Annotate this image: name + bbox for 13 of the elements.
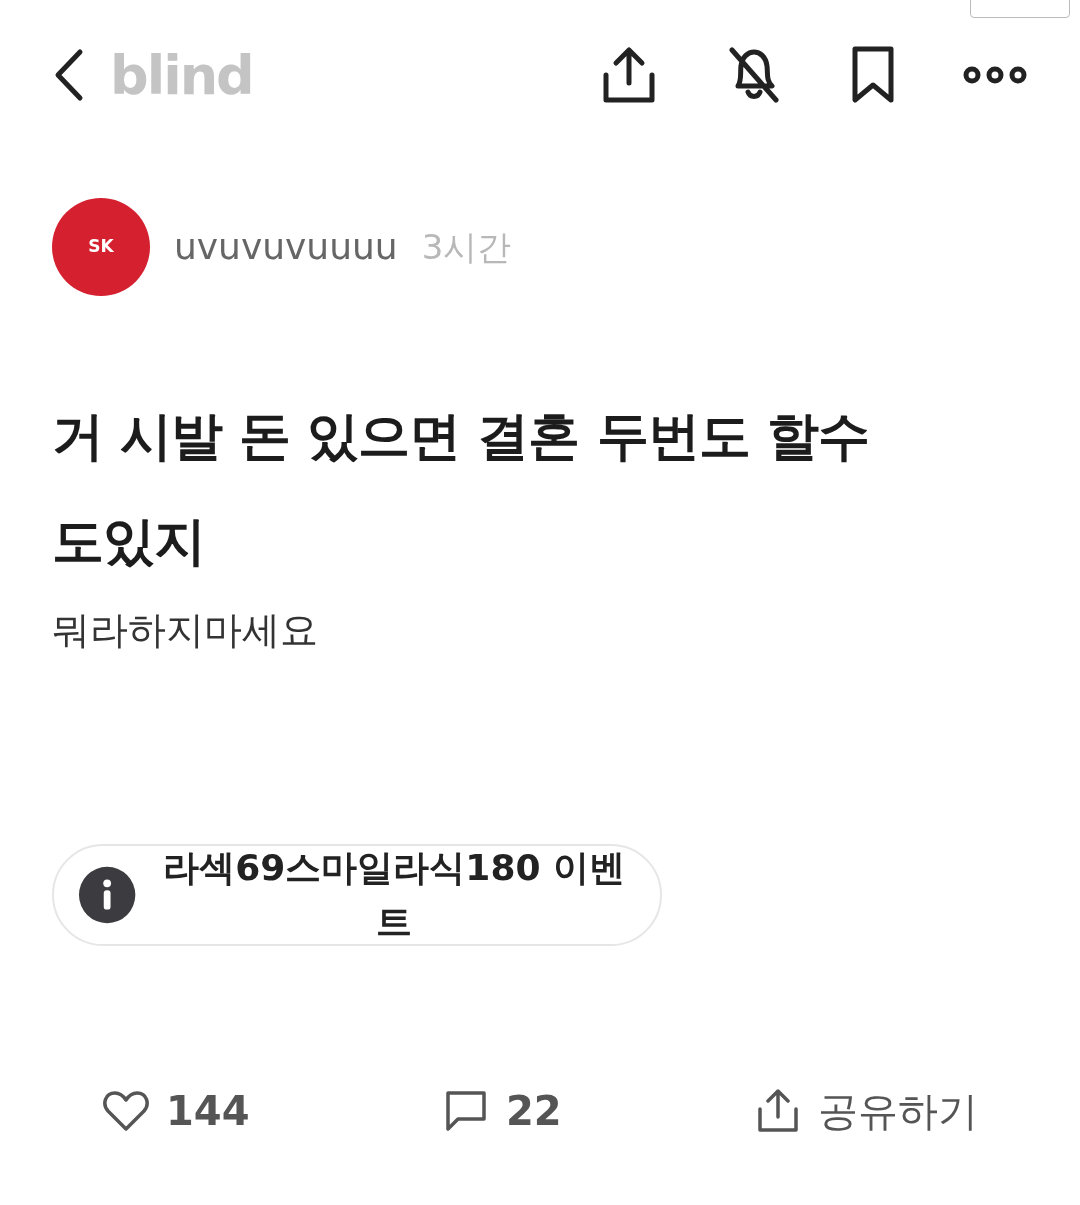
post-body: 뭐라하지마세요 — [52, 607, 319, 654]
like-button[interactable]: 144 — [102, 1081, 250, 1141]
app-logo: blind — [110, 42, 253, 109]
post-time: 3시간 — [421, 225, 512, 269]
company-avatar: SK — [52, 198, 150, 296]
info-icon — [78, 865, 137, 925]
author-name[interactable]: uvuvuvuuuu — [174, 220, 398, 274]
comment-button[interactable]: 22 — [441, 1081, 562, 1141]
bookmark-icon[interactable] — [850, 45, 896, 105]
share-button[interactable]: 공유하기 — [754, 1081, 978, 1141]
post-title: 거 시발 돈 있으면 결혼 두번도 할수도있지 — [52, 405, 870, 573]
ad-chip[interactable]: 라섹69스마일라식180 이벤트 — [52, 844, 662, 946]
more-icon[interactable] — [962, 65, 1028, 85]
